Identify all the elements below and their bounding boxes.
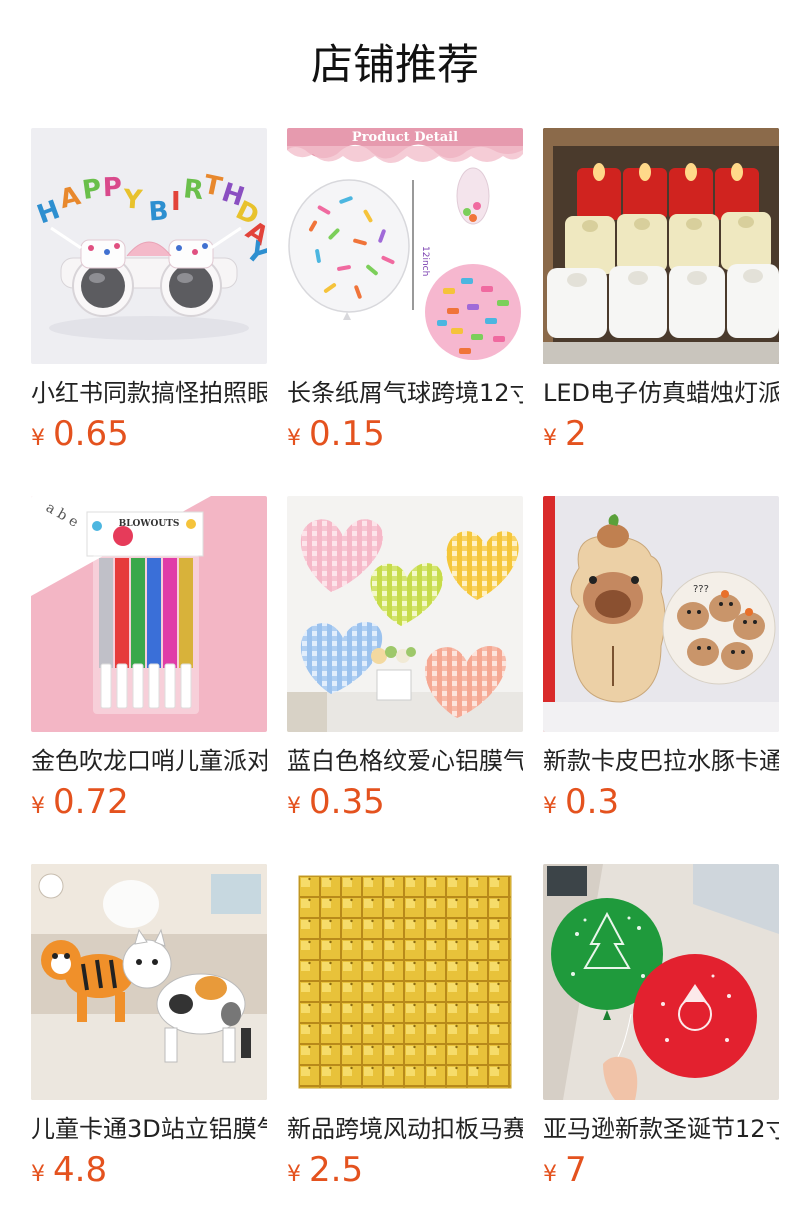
currency-symbol: ¥ bbox=[287, 1162, 301, 1187]
product-price: ¥2 bbox=[543, 414, 779, 454]
price-value: 2.5 bbox=[309, 1150, 364, 1190]
product-grid: H A P P Y B I R T H D A Y 小红书同款搞怪拍照眼镜 bbox=[31, 128, 779, 1190]
product-image-animal-balloons[interactable] bbox=[31, 864, 267, 1100]
white-candles bbox=[547, 264, 779, 338]
product-card[interactable]: 儿童卡通3D站立铝膜气球 ¥4.8 bbox=[31, 864, 267, 1190]
price-value: 0.65 bbox=[53, 414, 129, 454]
currency-symbol: ¥ bbox=[31, 426, 45, 451]
currency-symbol: ¥ bbox=[31, 1162, 45, 1187]
product-price: ¥4.8 bbox=[31, 1150, 267, 1190]
product-image-sequin-panel[interactable] bbox=[287, 864, 523, 1100]
product-image-heart-balloons[interactable] bbox=[287, 496, 523, 732]
product-price: ¥0.15 bbox=[287, 414, 523, 454]
happy-birthday-glasses-image: H A P P Y B I R T H D A Y bbox=[31, 128, 267, 364]
product-name[interactable]: 新品跨境风动扣板马赛克 bbox=[287, 1112, 523, 1146]
product-image-confetti-balloon[interactable]: Product Detail 12inch bbox=[287, 128, 523, 364]
svg-text:I: I bbox=[171, 187, 181, 217]
product-image-christmas-balloons[interactable] bbox=[543, 864, 779, 1100]
animal-standing-balloons-image bbox=[31, 864, 267, 1100]
product-image-blowouts[interactable]: a b e BLOWOUTS bbox=[31, 496, 267, 732]
product-name[interactable]: 小红书同款搞怪拍照眼镜 bbox=[31, 376, 267, 410]
product-price: ¥0.35 bbox=[287, 782, 523, 822]
section-title: 店铺推荐 bbox=[310, 40, 479, 89]
svg-text:BLOWOUTS: BLOWOUTS bbox=[119, 519, 180, 529]
product-card[interactable]: a b e BLOWOUTS 金色吹龙口哨儿童派对 ¥ 0.72 bbox=[31, 496, 267, 822]
currency-symbol: ¥ bbox=[31, 794, 45, 819]
product-card[interactable]: 新品跨境风动扣板马赛克 ¥2.5 bbox=[287, 864, 523, 1190]
currency-symbol: ¥ bbox=[543, 426, 557, 451]
product-price: ¥0.3 bbox=[543, 782, 779, 822]
gingham-heart-balloons-image bbox=[287, 496, 523, 732]
product-name[interactable]: 蓝白色格纹爱心铝膜气球 bbox=[287, 744, 523, 778]
product-price: ¥0.65 bbox=[31, 414, 267, 454]
currency-symbol: ¥ bbox=[287, 794, 301, 819]
price-value: 4.8 bbox=[53, 1150, 108, 1190]
product-name[interactable]: 新款卡皮巴拉水豚卡通气球 bbox=[543, 744, 779, 778]
christmas-balloons-image bbox=[543, 864, 779, 1100]
product-name[interactable]: 亚马逊新款圣诞节12寸气球 bbox=[543, 1112, 779, 1146]
price-value: 0.3 bbox=[565, 782, 620, 822]
product-name[interactable]: 金色吹龙口哨儿童派对 bbox=[31, 744, 267, 778]
svg-text:B: B bbox=[148, 196, 170, 227]
svg-text:Y: Y bbox=[121, 184, 144, 215]
currency-symbol: ¥ bbox=[543, 794, 557, 819]
price-value: 0.72 bbox=[53, 782, 129, 822]
product-price: ¥0.72 bbox=[31, 782, 267, 822]
product-name[interactable]: LED电子仿真蜡烛灯派对 bbox=[543, 376, 779, 410]
price-value: 0.35 bbox=[309, 782, 385, 822]
led-candles-image bbox=[543, 128, 779, 364]
product-price: ¥2.5 bbox=[287, 1150, 523, 1190]
price-value: 7 bbox=[565, 1150, 587, 1190]
svg-text:???: ??? bbox=[693, 584, 709, 595]
product-image-birthday-glasses[interactable]: H A P P Y B I R T H D A Y bbox=[31, 128, 267, 364]
capybara-balloons-image: ??? bbox=[543, 496, 779, 732]
currency-symbol: ¥ bbox=[287, 426, 301, 451]
currency-symbol: ¥ bbox=[543, 1162, 557, 1187]
price-value: 0.15 bbox=[309, 414, 385, 454]
product-price: ¥7 bbox=[543, 1150, 779, 1190]
product-card[interactable]: Product Detail 12inch 长条纸屑气球跨境12寸 ¥ 0.15 bbox=[287, 128, 523, 454]
product-card[interactable]: H A P P Y B I R T H D A Y 小红书同款搞怪拍照眼镜 bbox=[31, 128, 267, 454]
svg-text:Product Detail: Product Detail bbox=[352, 130, 458, 145]
svg-text:P: P bbox=[102, 173, 122, 204]
product-name[interactable]: 长条纸屑气球跨境12寸 bbox=[287, 376, 523, 410]
product-card[interactable]: 蓝白色格纹爱心铝膜气球 ¥0.35 bbox=[287, 496, 523, 822]
party-blowouts-image: a b e BLOWOUTS bbox=[31, 496, 267, 732]
product-card[interactable]: ??? 新款卡皮巴拉水豚卡通气球 ¥0.3 bbox=[543, 496, 779, 822]
price-value: 2 bbox=[565, 414, 587, 454]
product-name[interactable]: 儿童卡通3D站立铝膜气球 bbox=[31, 1112, 267, 1146]
svg-text:12inch: 12inch bbox=[420, 246, 430, 276]
confetti-balloon-image: Product Detail 12inch bbox=[287, 128, 523, 364]
product-card[interactable]: LED电子仿真蜡烛灯派对 ¥2 bbox=[543, 128, 779, 454]
product-card[interactable]: 亚马逊新款圣诞节12寸气球 ¥7 bbox=[543, 864, 779, 1190]
svg-text:R: R bbox=[182, 174, 205, 206]
gold-sequin-panel-image bbox=[287, 864, 523, 1100]
product-image-led-candles[interactable] bbox=[543, 128, 779, 364]
product-image-capybara-balloons[interactable]: ??? bbox=[543, 496, 779, 732]
